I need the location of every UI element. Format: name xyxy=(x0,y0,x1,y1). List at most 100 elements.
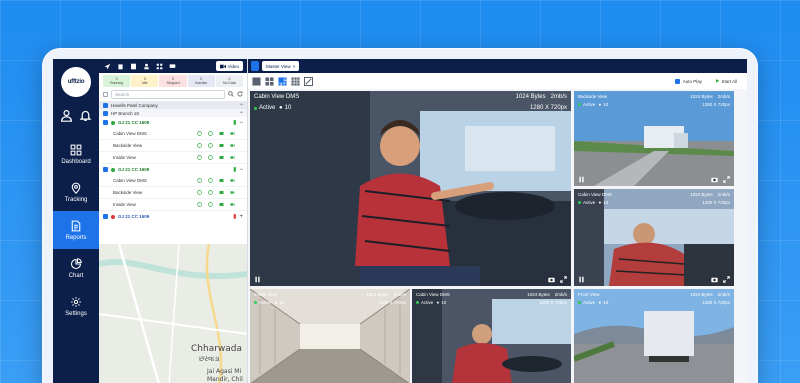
vehicle-row[interactable]: GJ 21 CC 1609 ▮ − xyxy=(99,117,247,128)
replay-icon[interactable] xyxy=(197,155,202,160)
branch-row[interactable]: HP Branch 18 − xyxy=(99,109,247,117)
tab-video[interactable]: Video xyxy=(215,61,243,71)
vehicle-checkbox[interactable] xyxy=(103,214,108,219)
camera-row[interactable]: Cabin View DMS xyxy=(99,175,247,187)
search-icon[interactable] xyxy=(228,91,234,97)
vehicle-checkbox[interactable] xyxy=(103,120,108,125)
vehicle-row[interactable]: GJ 21 CC 1609 ▮ − xyxy=(99,164,247,175)
refresh-icon[interactable] xyxy=(237,91,243,97)
snapshot-icon[interactable] xyxy=(219,202,224,207)
people-icon[interactable] xyxy=(143,63,150,70)
vehicle-row[interactable]: GJ 21 CC 1609 ▮ + xyxy=(99,211,247,222)
collapse-icon[interactable]: − xyxy=(239,102,243,108)
history-icon[interactable] xyxy=(208,131,213,136)
camera-row[interactable]: Cabin View DMS xyxy=(99,128,247,140)
expand-icon[interactable]: + xyxy=(239,214,243,220)
collapse-icon[interactable]: − xyxy=(239,167,243,173)
status-filter-stopped[interactable]: 0 Stopped xyxy=(159,75,187,87)
camera-snapshot-icon[interactable] xyxy=(711,176,718,183)
autoplay-toggle[interactable]: Auto Play xyxy=(674,78,702,84)
record-icon[interactable] xyxy=(230,155,235,160)
layout-6-icon[interactable] xyxy=(278,76,287,86)
history-icon[interactable] xyxy=(208,190,213,195)
map-view[interactable]: Chharwada છરવાડા Jai Agasi Mi Mandir, Ch… xyxy=(99,244,247,383)
tab-video-label: Video xyxy=(227,63,239,69)
layout-1-icon[interactable] xyxy=(252,76,261,86)
video-tile[interactable]: Front View 1024 Bytes 2mb/s Active ● 10 1280… xyxy=(574,289,734,383)
video-tile[interactable]: Backside View 1024 Bytes 2mb/s Active ● 10 1… xyxy=(574,91,734,186)
status-filter-nodata[interactable]: 0 No Data xyxy=(215,75,244,87)
sidebar-item-chart[interactable]: Chart xyxy=(53,249,99,287)
autoplay-checkbox[interactable] xyxy=(674,78,680,84)
snapshot-icon[interactable] xyxy=(219,143,224,148)
replay-icon[interactable] xyxy=(197,131,202,136)
status-filter-inactive[interactable]: 0 Inactive xyxy=(187,75,215,87)
close-icon[interactable]: × xyxy=(293,64,296,69)
navigation-icon[interactable] xyxy=(104,63,111,70)
company-checkbox[interactable] xyxy=(103,102,108,108)
snapshot-icon[interactable] xyxy=(219,131,224,136)
camera-row[interactable]: Backside View xyxy=(99,187,247,199)
delete-icon[interactable]: ▮ xyxy=(233,119,236,126)
collapse-icon[interactable]: − xyxy=(239,110,243,116)
snapshot-icon[interactable] xyxy=(219,155,224,160)
list-icon[interactable] xyxy=(130,63,137,70)
status-filter-running[interactable]: 0 Running xyxy=(103,75,131,87)
camera-row[interactable]: Backside View xyxy=(99,140,247,152)
start-all-button[interactable]: ▶ Start All xyxy=(716,78,737,84)
tab-menu-icon[interactable] xyxy=(251,61,259,71)
status-filter-idle[interactable]: 0 Idle xyxy=(131,75,159,87)
chat-icon[interactable] xyxy=(169,63,176,70)
user-icon[interactable] xyxy=(60,109,73,127)
sidebar-item-dashboard[interactable]: Dashboard xyxy=(53,135,99,173)
select-all-checkbox[interactable] xyxy=(103,91,108,97)
sidebar-item-tracking[interactable]: Tracking xyxy=(53,173,99,211)
camera-snapshot-icon[interactable] xyxy=(711,276,718,283)
record-icon[interactable] xyxy=(230,202,235,207)
trash-icon[interactable] xyxy=(117,63,124,70)
replay-icon[interactable] xyxy=(197,143,202,148)
snapshot-icon[interactable] xyxy=(219,178,224,183)
tab-master-view[interactable]: Master View × xyxy=(262,61,300,71)
collapse-icon[interactable]: − xyxy=(239,120,243,126)
record-icon[interactable] xyxy=(230,131,235,136)
bell-icon[interactable] xyxy=(79,109,92,127)
pause-icon[interactable] xyxy=(578,276,585,283)
expand-icon[interactable] xyxy=(723,176,730,183)
brand-logo[interactable]: ufftzio xyxy=(61,67,91,97)
delete-icon[interactable]: ▮ xyxy=(233,166,236,173)
record-icon[interactable] xyxy=(230,190,235,195)
layout-9-icon[interactable] xyxy=(291,76,300,86)
history-icon[interactable] xyxy=(208,155,213,160)
pause-icon[interactable] xyxy=(578,176,585,183)
video-tile[interactable]: Cabin View DMS 1024 Bytes 2mb/s Active ● 10… xyxy=(574,189,734,286)
replay-icon[interactable] xyxy=(197,178,202,183)
layout-4-icon[interactable] xyxy=(265,76,274,86)
camera-row[interactable]: Inside View xyxy=(99,152,247,164)
history-icon[interactable] xyxy=(208,143,213,148)
record-icon[interactable] xyxy=(230,178,235,183)
grid-small-icon[interactable] xyxy=(156,63,163,70)
vehicle-checkbox[interactable] xyxy=(103,167,108,172)
expand-icon[interactable] xyxy=(560,276,567,283)
expand-icon[interactable] xyxy=(723,276,730,283)
video-tile[interactable]: Inside View 1024 Bytes 2mb/s Active ● 10 128… xyxy=(250,289,410,383)
snapshot-icon[interactable] xyxy=(219,190,224,195)
delete-icon[interactable]: ▮ xyxy=(233,213,236,220)
vehicle-search-input[interactable]: Search xyxy=(111,89,225,99)
video-tile[interactable]: Cabin View DMS 1024 Bytes 2mb/s Active ● 10… xyxy=(412,289,571,383)
replay-icon[interactable] xyxy=(197,190,202,195)
sidebar-item-reports[interactable]: Reports xyxy=(53,211,99,249)
camera-snapshot-icon[interactable] xyxy=(548,276,555,283)
history-icon[interactable] xyxy=(208,202,213,207)
company-row[interactable]: Havells Patel Company − xyxy=(99,101,247,109)
branch-checkbox[interactable] xyxy=(103,110,108,116)
pause-icon[interactable] xyxy=(254,276,261,283)
fullscreen-grid-icon[interactable] xyxy=(304,76,313,86)
camera-row[interactable]: Inside View xyxy=(99,199,247,211)
video-tile[interactable]: Cabin View DMS 1024 Bytes 2mb/s Active ● 10… xyxy=(250,91,571,286)
history-icon[interactable] xyxy=(208,178,213,183)
record-icon[interactable] xyxy=(230,143,235,148)
sidebar-item-settings[interactable]: Settings xyxy=(53,287,99,325)
replay-icon[interactable] xyxy=(197,202,202,207)
